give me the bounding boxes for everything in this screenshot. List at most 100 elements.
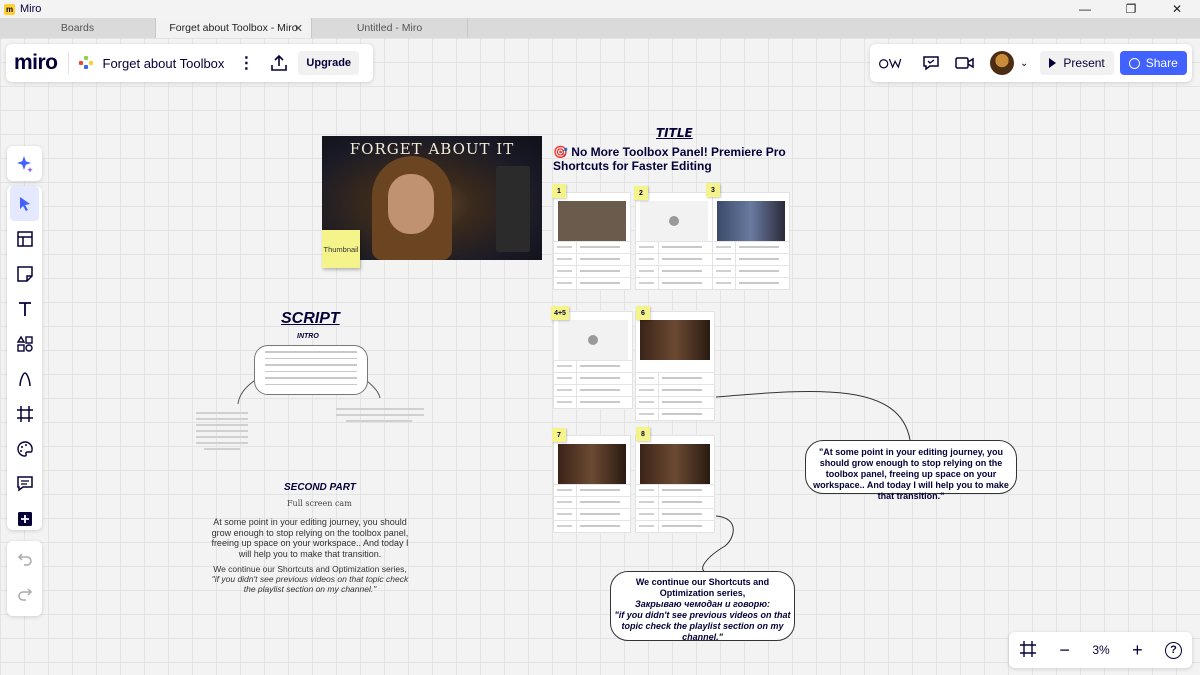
tab-label: Forget about Toolbox - Miro	[169, 22, 298, 34]
globe-icon	[1128, 57, 1140, 69]
board-name[interactable]: Forget about Toolbox	[103, 56, 225, 71]
maximize-button[interactable]: ❐	[1108, 0, 1154, 18]
redo-icon	[17, 587, 32, 601]
undo-button[interactable]	[7, 541, 42, 576]
frame-number: 2	[634, 186, 648, 200]
frame-number: 7	[552, 428, 566, 442]
present-label: Present	[1063, 56, 1105, 70]
tab-forget-about-toolbox[interactable]: Forget about Toolbox - Miro ✕	[156, 18, 312, 38]
help-icon[interactable]: ?	[1165, 641, 1182, 659]
tab-label: Boards	[60, 22, 95, 34]
intro-note-right[interactable]	[336, 408, 424, 428]
redo-button[interactable]	[7, 576, 42, 611]
tab-label: Untitled - Miro	[356, 22, 423, 34]
title-heading[interactable]: TITLE	[656, 126, 693, 140]
storyboard-frame[interactable]	[553, 311, 633, 409]
frame-number: 3	[706, 183, 720, 197]
frame-table	[554, 484, 630, 532]
intro-text-bubble[interactable]	[254, 345, 368, 395]
comment-icon[interactable]	[918, 50, 944, 76]
intro-note-left[interactable]	[196, 412, 248, 452]
frame-image	[558, 444, 626, 484]
shapes-icon	[16, 335, 33, 352]
pen-tool[interactable]	[7, 361, 42, 396]
present-button[interactable]: Present	[1040, 51, 1114, 75]
cursor-icon	[19, 196, 30, 211]
zoom-in-button[interactable]: +	[1132, 640, 1143, 661]
close-tab-icon[interactable]: ✕	[294, 22, 303, 35]
shapes-tool[interactable]	[7, 326, 42, 361]
tab-bar: Boards Forget about Toolbox - Miro ✕ Unt…	[0, 18, 1200, 38]
frame-icon	[16, 405, 33, 422]
storyboard-frame[interactable]	[553, 435, 631, 533]
frame-table	[554, 360, 632, 408]
miro-logo[interactable]: miro	[14, 51, 58, 75]
share-button[interactable]: Share	[1119, 51, 1187, 75]
plus-square-icon	[17, 511, 32, 526]
creation-toolbar	[7, 186, 42, 530]
close-window-button[interactable]: ✕	[1154, 0, 1200, 18]
script-paragraph-1[interactable]: At some point in your editing journey, y…	[210, 517, 410, 559]
storyboard-frame[interactable]	[635, 311, 715, 421]
sticky-note-icon	[16, 265, 33, 282]
storyboard-frame[interactable]	[635, 192, 713, 290]
intro-heading[interactable]: INTRO	[297, 333, 319, 340]
minimize-button[interactable]: —	[1062, 0, 1108, 18]
second-part-heading[interactable]: SECOND PART	[284, 482, 356, 493]
full-screen-cam-label[interactable]: Full screen cam	[287, 499, 352, 508]
templates-tool[interactable]	[7, 221, 42, 256]
window-title-bar: m Miro — ❐ ✕	[0, 0, 1200, 18]
reactions-icon[interactable]	[878, 50, 904, 76]
window-title: Miro	[20, 3, 42, 15]
select-tool[interactable]	[10, 186, 39, 221]
tab-untitled[interactable]: Untitled - Miro	[312, 18, 468, 38]
board-canvas[interactable]: miro Forget about Toolbox ⋮ Upgrade ⌄ Pr…	[0, 38, 1200, 675]
frame-number: 1	[552, 184, 566, 198]
frame-image	[640, 201, 708, 241]
frame-table	[713, 241, 789, 289]
zoom-out-button[interactable]: −	[1059, 640, 1070, 661]
sticker-tool[interactable]	[7, 431, 42, 466]
fit-to-screen-icon[interactable]	[1019, 640, 1037, 661]
history-toolbar	[7, 541, 42, 616]
tab-boards[interactable]: Boards	[0, 18, 156, 38]
text-tool[interactable]	[7, 291, 42, 326]
comment-tool[interactable]	[7, 466, 42, 501]
ai-assistant-button[interactable]	[7, 146, 42, 181]
zoom-level[interactable]: 3%	[1092, 643, 1109, 657]
portrait-face	[388, 174, 434, 234]
frame-tool[interactable]	[7, 396, 42, 431]
speech-bubble-1[interactable]: "At some point in your editing journey, …	[805, 440, 1017, 501]
chevron-down-icon[interactable]: ⌄	[1020, 58, 1028, 69]
script-paragraph-2[interactable]: We continue our Shortcuts and Optimizati…	[210, 564, 410, 594]
frame-table	[636, 241, 712, 289]
video-call-icon[interactable]	[952, 50, 978, 76]
frame-number: 4+5	[551, 306, 569, 320]
storyboard-frame[interactable]	[635, 435, 715, 533]
script-heading[interactable]: SCRIPT	[281, 310, 340, 328]
frame-number: 8	[636, 427, 650, 441]
board-icon	[78, 56, 93, 70]
storyboard-frame[interactable]	[553, 192, 631, 290]
storyboard-frame[interactable]	[712, 192, 790, 290]
export-icon[interactable]	[270, 54, 288, 72]
play-icon	[1049, 58, 1057, 68]
video-title[interactable]: 🎯 No More Toolbox Panel! Premiere Pro Sh…	[553, 145, 803, 173]
thumbnail-sticky-note[interactable]: Thumbnail	[322, 230, 360, 268]
play-icon	[669, 216, 679, 226]
bubble-line-2: Закрываю чемодан и говорю:	[634, 599, 771, 609]
upgrade-button[interactable]: Upgrade	[298, 51, 360, 75]
script-paragraph-2-line-1: We continue our Shortcuts and Optimizati…	[213, 564, 407, 574]
more-options-icon[interactable]: ⋮	[238, 53, 254, 73]
bubble-line-1: We continue our Shortcuts and Optimizati…	[635, 577, 770, 598]
play-icon	[588, 335, 598, 345]
more-tools-button[interactable]	[7, 501, 42, 536]
speech-bubble-2[interactable]: We continue our Shortcuts and Optimizati…	[610, 571, 795, 642]
frame-image	[640, 320, 710, 360]
sticky-note-tool[interactable]	[7, 256, 42, 291]
avatar[interactable]	[990, 51, 1014, 75]
frame-image	[558, 201, 626, 241]
text-icon	[18, 301, 31, 316]
zoom-controls: − 3% + ?	[1009, 632, 1192, 668]
frame-image	[717, 201, 785, 241]
